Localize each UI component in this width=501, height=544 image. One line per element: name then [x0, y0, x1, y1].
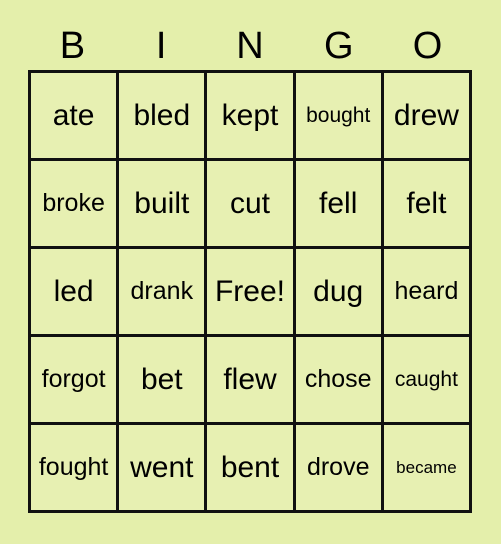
bingo-cell[interactable]: broke	[31, 161, 120, 246]
bingo-cell-label: broke	[42, 189, 105, 217]
bingo-cell-label: bought	[306, 104, 371, 127]
bingo-cell-label: Free!	[214, 274, 286, 308]
bingo-cell-label: flew	[223, 362, 277, 396]
bingo-cell-label: heard	[394, 277, 459, 305]
bingo-cell-label: dug	[313, 274, 364, 308]
bingo-cell[interactable]: kept	[207, 73, 296, 158]
bingo-cell[interactable]: forgot	[31, 337, 120, 422]
bingo-cell[interactable]: built	[119, 161, 208, 246]
bingo-cell-label: went	[130, 450, 194, 484]
bingo-cell[interactable]: bent	[207, 425, 296, 510]
bingo-cell[interactable]: chose	[295, 337, 384, 422]
bingo-row: forgot bet flew chose caught	[31, 337, 470, 425]
bingo-row: led drank Free! dug heard	[31, 249, 470, 337]
bingo-cell-label: led	[53, 274, 94, 308]
bingo-cell[interactable]: bought	[295, 73, 384, 158]
bingo-cell[interactable]: fell	[295, 161, 384, 246]
bingo-cell[interactable]: drove	[295, 425, 384, 510]
bingo-cell[interactable]: fought	[31, 425, 120, 510]
header-letter-i: I	[155, 25, 167, 67]
bingo-cell-label: bet	[140, 362, 183, 396]
bingo-cell-label: cut	[229, 186, 271, 220]
bingo-cell-label: fell	[319, 186, 358, 220]
bingo-cell[interactable]: bet	[119, 337, 208, 422]
header-letter-o: O	[412, 25, 443, 67]
bingo-cell[interactable]: bled	[119, 73, 208, 158]
bingo-header: B I N G O	[28, 22, 472, 70]
bingo-cell[interactable]: felt	[383, 161, 470, 246]
bingo-cell-label: drank	[130, 277, 194, 305]
bingo-cell[interactable]: led	[31, 249, 120, 334]
bingo-cell-label: drew	[393, 98, 459, 132]
bingo-cell-label: bent	[220, 450, 280, 484]
bingo-cell[interactable]: dug	[295, 249, 384, 334]
bingo-cell-label: ate	[52, 98, 95, 132]
bingo-cell[interactable]: ate	[31, 73, 120, 158]
bingo-cell[interactable]: caught	[383, 337, 470, 422]
bingo-cell-label: bled	[133, 98, 191, 132]
header-letter-g: G	[324, 25, 354, 67]
bingo-cell-label: fought	[38, 453, 109, 481]
bingo-cell[interactable]: flew	[207, 337, 296, 422]
bingo-cell-label: kept	[221, 98, 279, 132]
bingo-row: ate bled kept bought drew	[31, 73, 470, 161]
bingo-cell[interactable]: went	[119, 425, 208, 510]
bingo-cell-free[interactable]: Free!	[207, 249, 296, 334]
bingo-cell[interactable]: heard	[383, 249, 470, 334]
header-letter-n: N	[236, 25, 264, 67]
bingo-cell-label: chose	[304, 365, 372, 393]
bingo-cell[interactable]: drew	[383, 73, 470, 158]
bingo-cell-label: felt	[406, 186, 447, 220]
bingo-cell[interactable]: drank	[119, 249, 208, 334]
bingo-cell[interactable]: became	[383, 425, 470, 510]
bingo-cell[interactable]: cut	[207, 161, 296, 246]
bingo-card: B I N G O ate bled kept bought drew brok…	[0, 0, 501, 544]
bingo-cell-label: caught	[394, 368, 458, 391]
header-letter-b: B	[59, 25, 86, 67]
bingo-cell-label: drove	[306, 453, 370, 481]
bingo-cell-label: built	[134, 186, 190, 220]
bingo-grid: ate bled kept bought drew broke built cu…	[28, 70, 472, 513]
bingo-row: fought went bent drove became	[31, 425, 470, 510]
bingo-cell-label: forgot	[41, 365, 106, 393]
bingo-row: broke built cut fell felt	[31, 161, 470, 249]
bingo-cell-label: became	[396, 458, 457, 477]
